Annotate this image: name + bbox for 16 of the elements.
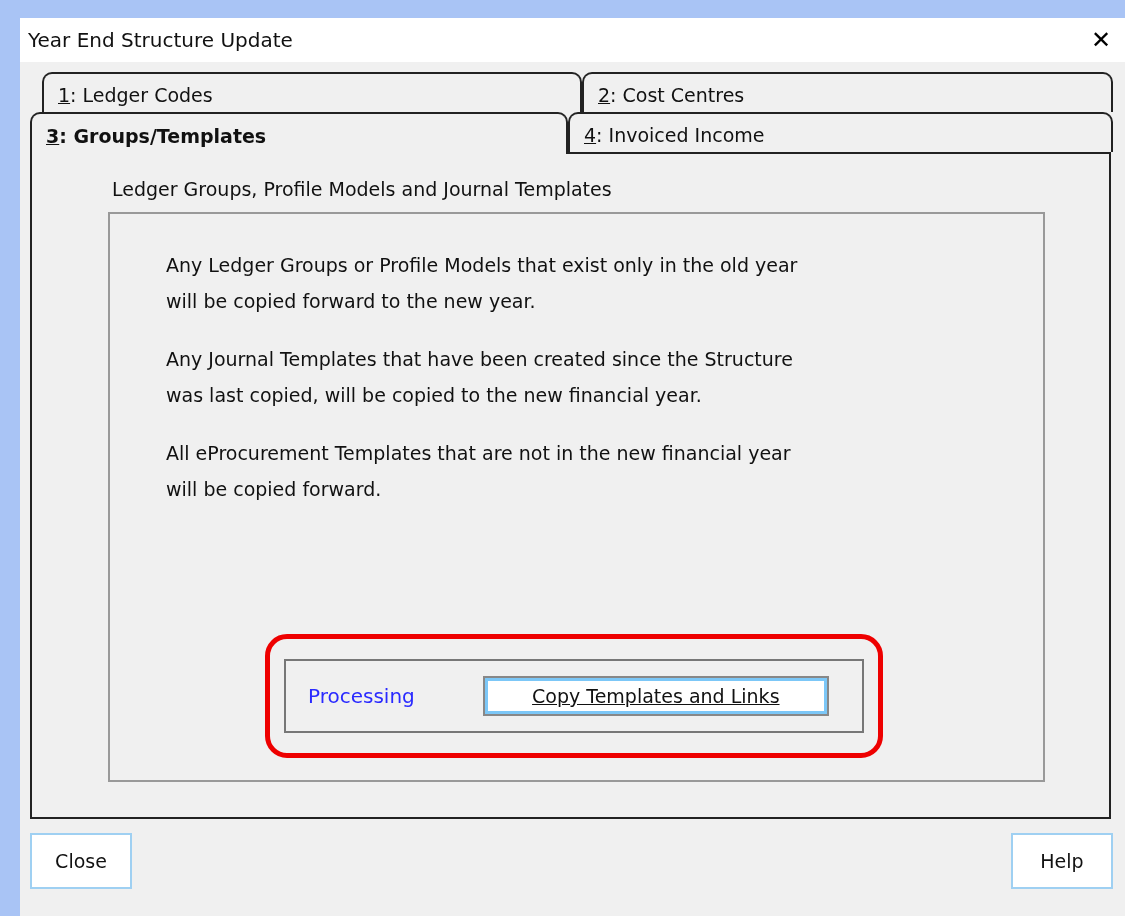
tab[interactable]: 1: Ledger Codes [42,72,582,112]
tab[interactable]: 2: Cost Centres [582,72,1113,112]
copy-button[interactable]: Copy Templates and Links [482,676,829,716]
info-text: Any Ledger Groups or Profile Models that exist only in the old year [166,253,799,278]
tab[interactable]: 4: Invoiced Income [568,112,1113,152]
window-title: Year End Structure Update [28,28,293,52]
dialog-button[interactable]: Help [1011,833,1113,889]
info-text: will be copied forward to the new year. [166,289,537,314]
info-text: All eProcurement Templates that are not in the new financial year [166,441,792,466]
info-text: was last copied, will be copied to the new financial year. [166,383,703,408]
info-text: Any Journal Templates that have been created since the Structure [166,347,794,372]
dialog-button[interactable]: Close [30,833,132,889]
tab[interactable]: 3: Groups/Templates [30,112,568,154]
info-text: will be copied forward. [166,477,383,502]
status-text: Processing [308,684,415,708]
section-heading: Ledger Groups, Profile Models and Journal Templates [112,178,613,200]
